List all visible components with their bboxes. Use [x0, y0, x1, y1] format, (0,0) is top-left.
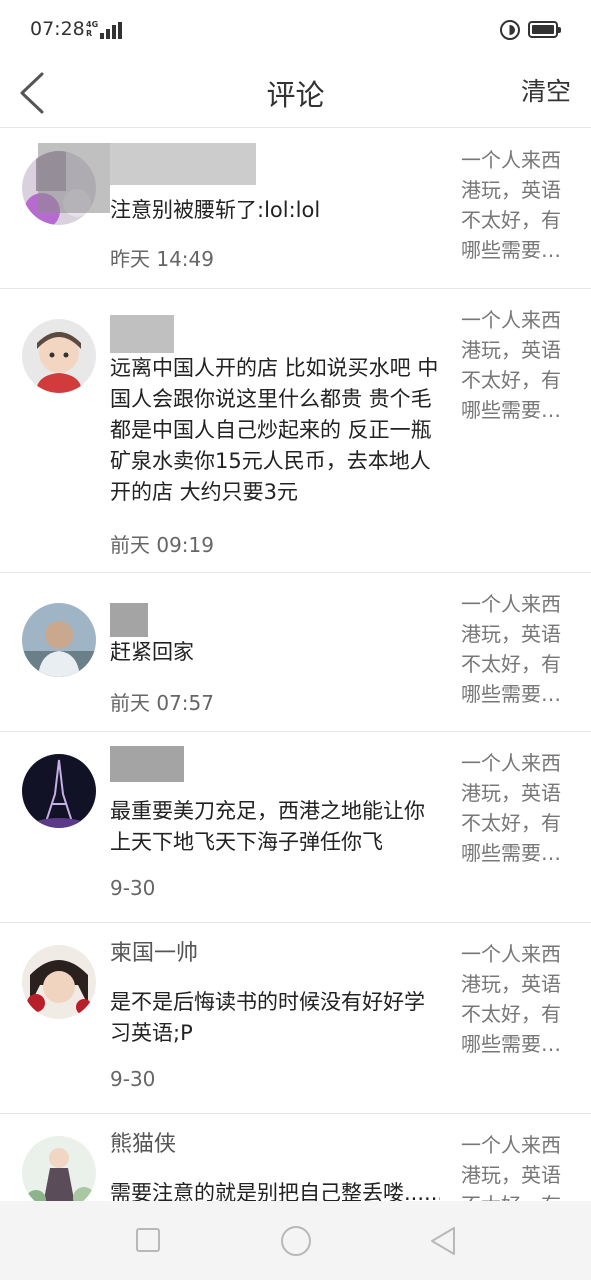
comment-item[interactable]: 柬国一帅 是不是后悔读书的时候没有好好学习英语;P 9-30 一个人来西港玩，英…	[0, 923, 591, 1114]
navigation-bar	[0, 1201, 591, 1280]
comment-list[interactable]: 注意别被腰斩了:lol:lol 昨天 14:49 一个人来西港玩，英语不太好，有…	[0, 129, 591, 1201]
avatar[interactable]	[22, 945, 96, 1019]
post-excerpt[interactable]: 一个人来西港玩，英语不太好，有哪些需要…	[461, 939, 565, 1059]
post-excerpt[interactable]: 一个人来西港玩，英语不太好，有哪些需要…	[461, 305, 565, 425]
comment-item[interactable]: 注意别被腰斩了:lol:lol 昨天 14:49 一个人来西港玩，英语不太好，有…	[0, 129, 591, 289]
user-name[interactable]: 柬国一帅	[110, 939, 198, 969]
comment-time: 9-30	[110, 876, 156, 900]
comment-time: 前天 09:19	[110, 533, 214, 557]
comment-text: 是不是后悔读书的时候没有好好学习英语;P	[110, 990, 425, 1045]
comment-item[interactable]: 远离中国人开的店 比如说买水吧 中国人会跟你说这里什么都贵 贵个毛 都是中国人自…	[0, 289, 591, 573]
do-not-disturb-icon	[500, 20, 520, 40]
network-type: 4G	[86, 20, 99, 29]
header: 评论 清空	[0, 60, 591, 128]
post-excerpt[interactable]: 一个人来西港玩，英语不太好，有哪些需要…	[461, 748, 565, 868]
comment-text: 需要注意的就是别把自己整丢喽......	[110, 1181, 440, 1201]
comment-text: 注意别被腰斩了:lol:lol	[110, 198, 321, 222]
page-title: 评论	[266, 78, 325, 112]
recent-apps-icon[interactable]	[136, 1228, 160, 1252]
comment-text: 最重要美刀充足，西港之地能让你上天下地飞天下海子弹任你飞	[110, 799, 425, 854]
battery-icon	[528, 21, 561, 38]
signal-icon: 4G R	[86, 20, 122, 40]
comment-text: 远离中国人开的店 比如说买水吧 中国人会跟你说这里什么都贵 贵个毛 都是中国人自…	[110, 356, 439, 504]
home-icon[interactable]	[281, 1226, 311, 1256]
comment-item[interactable]: 最重要美刀充足，西港之地能让你上天下地飞天下海子弹任你飞 9-30 一个人来西港…	[0, 732, 591, 923]
comment-time: 昨天 14:49	[110, 247, 214, 271]
back-icon[interactable]	[428, 1225, 458, 1257]
avatar[interactable]	[22, 754, 96, 828]
avatar[interactable]	[22, 319, 96, 393]
avatar[interactable]	[22, 1136, 96, 1201]
status-time: 07:28	[30, 18, 85, 40]
comment-time: 前天 07:57	[110, 691, 214, 715]
comment-time: 9-30	[110, 1067, 156, 1091]
comment-item[interactable]: 赶紧回家 前天 07:57 一个人来西港玩，英语不太好，有哪些需要…	[0, 573, 591, 732]
avatar[interactable]	[22, 603, 96, 677]
comment-item[interactable]: 熊猫侠 需要注意的就是别把自己整丢喽...... 一个人来西港玩，英语不太好，有…	[0, 1114, 591, 1201]
network-roaming: R	[86, 29, 93, 38]
post-excerpt[interactable]: 一个人来西港玩，英语不太好，有哪些需要…	[461, 145, 565, 265]
comment-text: 赶紧回家	[110, 640, 194, 664]
status-bar: 07:28 4G R	[0, 0, 591, 60]
user-name[interactable]: 熊猫侠	[110, 1130, 176, 1160]
post-excerpt[interactable]: 一个人来西港玩，英语不太好，有哪些需要…	[461, 589, 565, 709]
clear-button[interactable]: 清空	[521, 72, 571, 108]
post-excerpt[interactable]: 一个人来西港玩，英语不太好，有哪些需要…	[461, 1130, 565, 1201]
